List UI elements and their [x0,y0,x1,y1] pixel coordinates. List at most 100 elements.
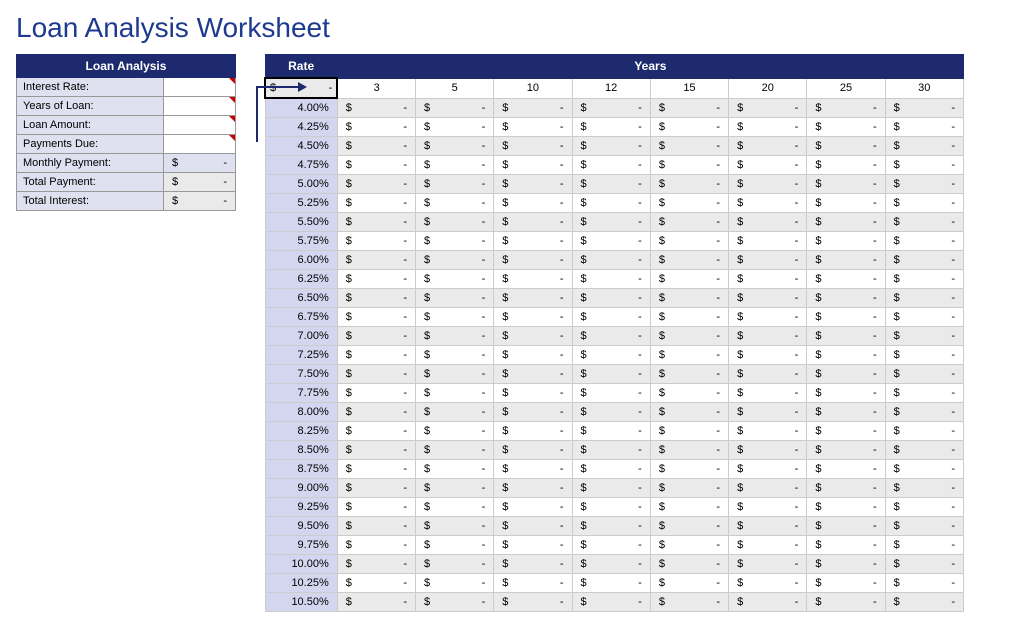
grid-cell[interactable]: $- [572,118,650,137]
grid-cell[interactable]: $- [416,574,494,593]
grid-cell[interactable]: $- [416,232,494,251]
grid-cell[interactable]: $- [729,346,807,365]
grid-cell[interactable]: $- [807,384,885,403]
grid-cell[interactable]: $- [885,289,963,308]
grid-cell[interactable]: $- [807,308,885,327]
grid-cell[interactable]: $- [337,98,415,118]
grid-cell[interactable]: $- [650,175,728,194]
grid-cell[interactable]: $- [885,327,963,346]
grid-cell[interactable]: $- [572,251,650,270]
grid-cell[interactable]: $- [807,536,885,555]
grid-cell[interactable]: $- [494,593,572,612]
grid-cell[interactable]: $- [650,422,728,441]
grid-cell[interactable]: $- [729,365,807,384]
grid-cell[interactable]: $- [416,98,494,118]
grid-cell[interactable]: $- [572,194,650,213]
grid-cell[interactable]: $- [572,498,650,517]
grid-cell[interactable]: $- [729,327,807,346]
grid-cell[interactable]: $- [650,346,728,365]
grid-cell[interactable]: $- [650,98,728,118]
grid-cell[interactable]: $- [416,194,494,213]
grid-cell[interactable]: $- [650,365,728,384]
grid-cell[interactable]: $- [416,403,494,422]
grid-cell[interactable]: $- [807,460,885,479]
grid-cell[interactable]: $- [416,479,494,498]
grid-cell[interactable]: $- [416,327,494,346]
grid-cell[interactable]: $- [572,479,650,498]
grid-cell[interactable]: $- [494,137,572,156]
grid-cell[interactable]: $- [337,251,415,270]
grid-cell[interactable]: $- [572,593,650,612]
grid-cell[interactable]: $- [807,593,885,612]
grid-cell[interactable]: $- [494,327,572,346]
grid-cell[interactable]: $- [416,289,494,308]
grid-cell[interactable]: $- [416,384,494,403]
grid-cell[interactable]: $- [416,251,494,270]
panel-input-cell[interactable] [164,135,236,154]
grid-cell[interactable]: $- [337,479,415,498]
grid-cell[interactable]: $- [337,308,415,327]
grid-cell[interactable]: $- [807,98,885,118]
grid-origin-cell[interactable]: $- [265,78,337,98]
grid-cell[interactable]: $- [807,422,885,441]
grid-cell[interactable]: $- [337,365,415,384]
grid-cell[interactable]: $- [885,346,963,365]
grid-cell[interactable]: $- [337,118,415,137]
grid-cell[interactable]: $- [807,327,885,346]
grid-cell[interactable]: $- [807,156,885,175]
grid-cell[interactable]: $- [337,593,415,612]
grid-cell[interactable]: $- [729,98,807,118]
grid-cell[interactable]: $- [729,175,807,194]
grid-cell[interactable]: $- [494,98,572,118]
grid-cell[interactable]: $- [337,555,415,574]
grid-cell[interactable]: $- [650,308,728,327]
grid-cell[interactable]: $- [807,346,885,365]
grid-cell[interactable]: $- [650,403,728,422]
grid-cell[interactable]: $- [337,460,415,479]
grid-cell[interactable]: $- [337,574,415,593]
grid-cell[interactable]: $- [337,137,415,156]
grid-cell[interactable]: $- [729,137,807,156]
grid-cell[interactable]: $- [885,194,963,213]
grid-cell[interactable]: $- [650,194,728,213]
grid-cell[interactable]: $- [494,156,572,175]
grid-cell[interactable]: $- [572,460,650,479]
grid-cell[interactable]: $- [572,422,650,441]
grid-cell[interactable]: $- [572,213,650,232]
grid-cell[interactable]: $- [494,365,572,384]
grid-cell[interactable]: $- [416,118,494,137]
grid-cell[interactable]: $- [729,460,807,479]
grid-cell[interactable]: $- [494,232,572,251]
grid-cell[interactable]: $- [494,118,572,137]
grid-cell[interactable]: $- [650,213,728,232]
grid-cell[interactable]: $- [337,327,415,346]
grid-cell[interactable]: $- [494,536,572,555]
grid-cell[interactable]: $- [337,156,415,175]
grid-cell[interactable]: $- [572,156,650,175]
grid-cell[interactable]: $- [337,232,415,251]
grid-cell[interactable]: $- [729,517,807,536]
grid-cell[interactable]: $- [650,118,728,137]
grid-cell[interactable]: $- [572,137,650,156]
grid-cell[interactable]: $- [650,384,728,403]
grid-cell[interactable]: $- [650,479,728,498]
grid-cell[interactable]: $- [337,403,415,422]
grid-cell[interactable]: $- [337,194,415,213]
grid-cell[interactable]: $- [494,460,572,479]
grid-cell[interactable]: $- [572,346,650,365]
grid-cell[interactable]: $- [807,517,885,536]
grid-cell[interactable]: $- [572,536,650,555]
grid-cell[interactable]: $- [729,270,807,289]
grid-cell[interactable]: $- [572,327,650,346]
grid-cell[interactable]: $- [494,517,572,536]
grid-cell[interactable]: $- [572,308,650,327]
grid-cell[interactable]: $- [416,536,494,555]
grid-cell[interactable]: $- [729,479,807,498]
grid-cell[interactable]: $- [885,593,963,612]
grid-cell[interactable]: $- [494,498,572,517]
grid-cell[interactable]: $- [494,479,572,498]
grid-cell[interactable]: $- [729,536,807,555]
grid-cell[interactable]: $- [494,384,572,403]
grid-cell[interactable]: $- [885,422,963,441]
grid-cell[interactable]: $- [885,118,963,137]
